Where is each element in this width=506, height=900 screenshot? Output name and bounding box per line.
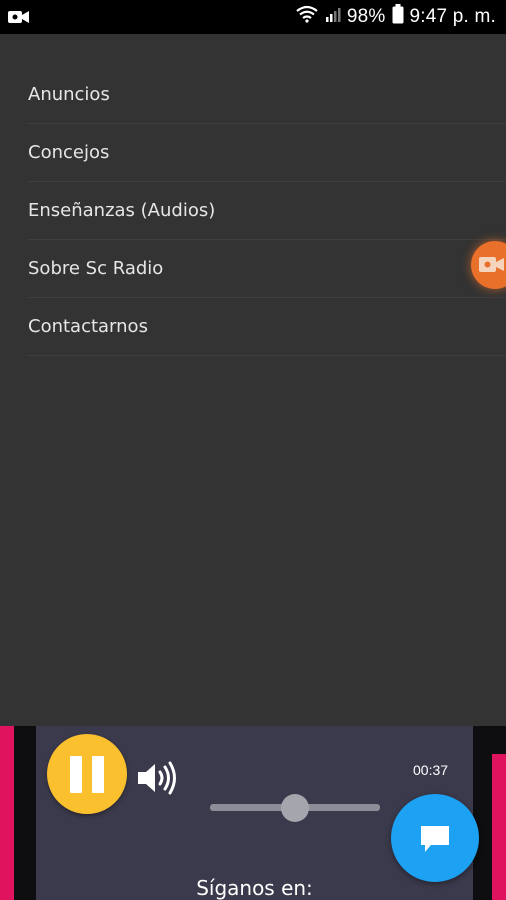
menu-item-anuncios[interactable]: Anuncios xyxy=(28,66,506,124)
menu-item-label: Enseñanzas (Audios) xyxy=(28,200,216,221)
chat-bubble-icon xyxy=(421,826,449,852)
wifi-icon xyxy=(295,5,319,29)
pause-icon xyxy=(70,756,82,793)
battery-icon xyxy=(392,4,404,30)
battery-percent: 98% xyxy=(346,6,386,27)
elapsed-time: 00:37 xyxy=(413,762,449,778)
follow-us-label: Síganos en: xyxy=(196,876,313,900)
drawer-menu: Anuncios Concejos Enseñanzas (Audios) So… xyxy=(28,66,506,356)
pause-button[interactable] xyxy=(47,734,127,814)
menu-item-sobre-sc-radio[interactable]: Sobre Sc Radio xyxy=(28,240,506,298)
menu-item-label: Concejos xyxy=(28,142,110,163)
status-bar: 98% 9:47 p. m. xyxy=(0,0,506,34)
chat-button[interactable] xyxy=(391,794,479,882)
accent-bar-right xyxy=(492,754,506,900)
menu-item-label: Sobre Sc Radio xyxy=(28,258,164,279)
volume-slider-thumb[interactable] xyxy=(281,794,309,822)
clock: 9:47 p. m. xyxy=(409,6,496,27)
video-camera-icon xyxy=(479,257,504,272)
accent-bar-left xyxy=(0,726,14,900)
menu-item-label: Anuncios xyxy=(28,84,110,105)
navigation-drawer: Anuncios Concejos Enseñanzas (Audios) So… xyxy=(0,34,506,726)
menu-item-contactarnos[interactable]: Contactarnos xyxy=(28,298,506,356)
volume-icon[interactable] xyxy=(136,761,178,800)
video-camera-icon xyxy=(8,9,30,30)
menu-item-label: Contactarnos xyxy=(28,316,148,337)
menu-item-ensenanzas-audios[interactable]: Enseñanzas (Audios) xyxy=(28,182,506,240)
menu-item-concejos[interactable]: Concejos xyxy=(28,124,506,182)
cell-signal-icon xyxy=(325,6,341,28)
